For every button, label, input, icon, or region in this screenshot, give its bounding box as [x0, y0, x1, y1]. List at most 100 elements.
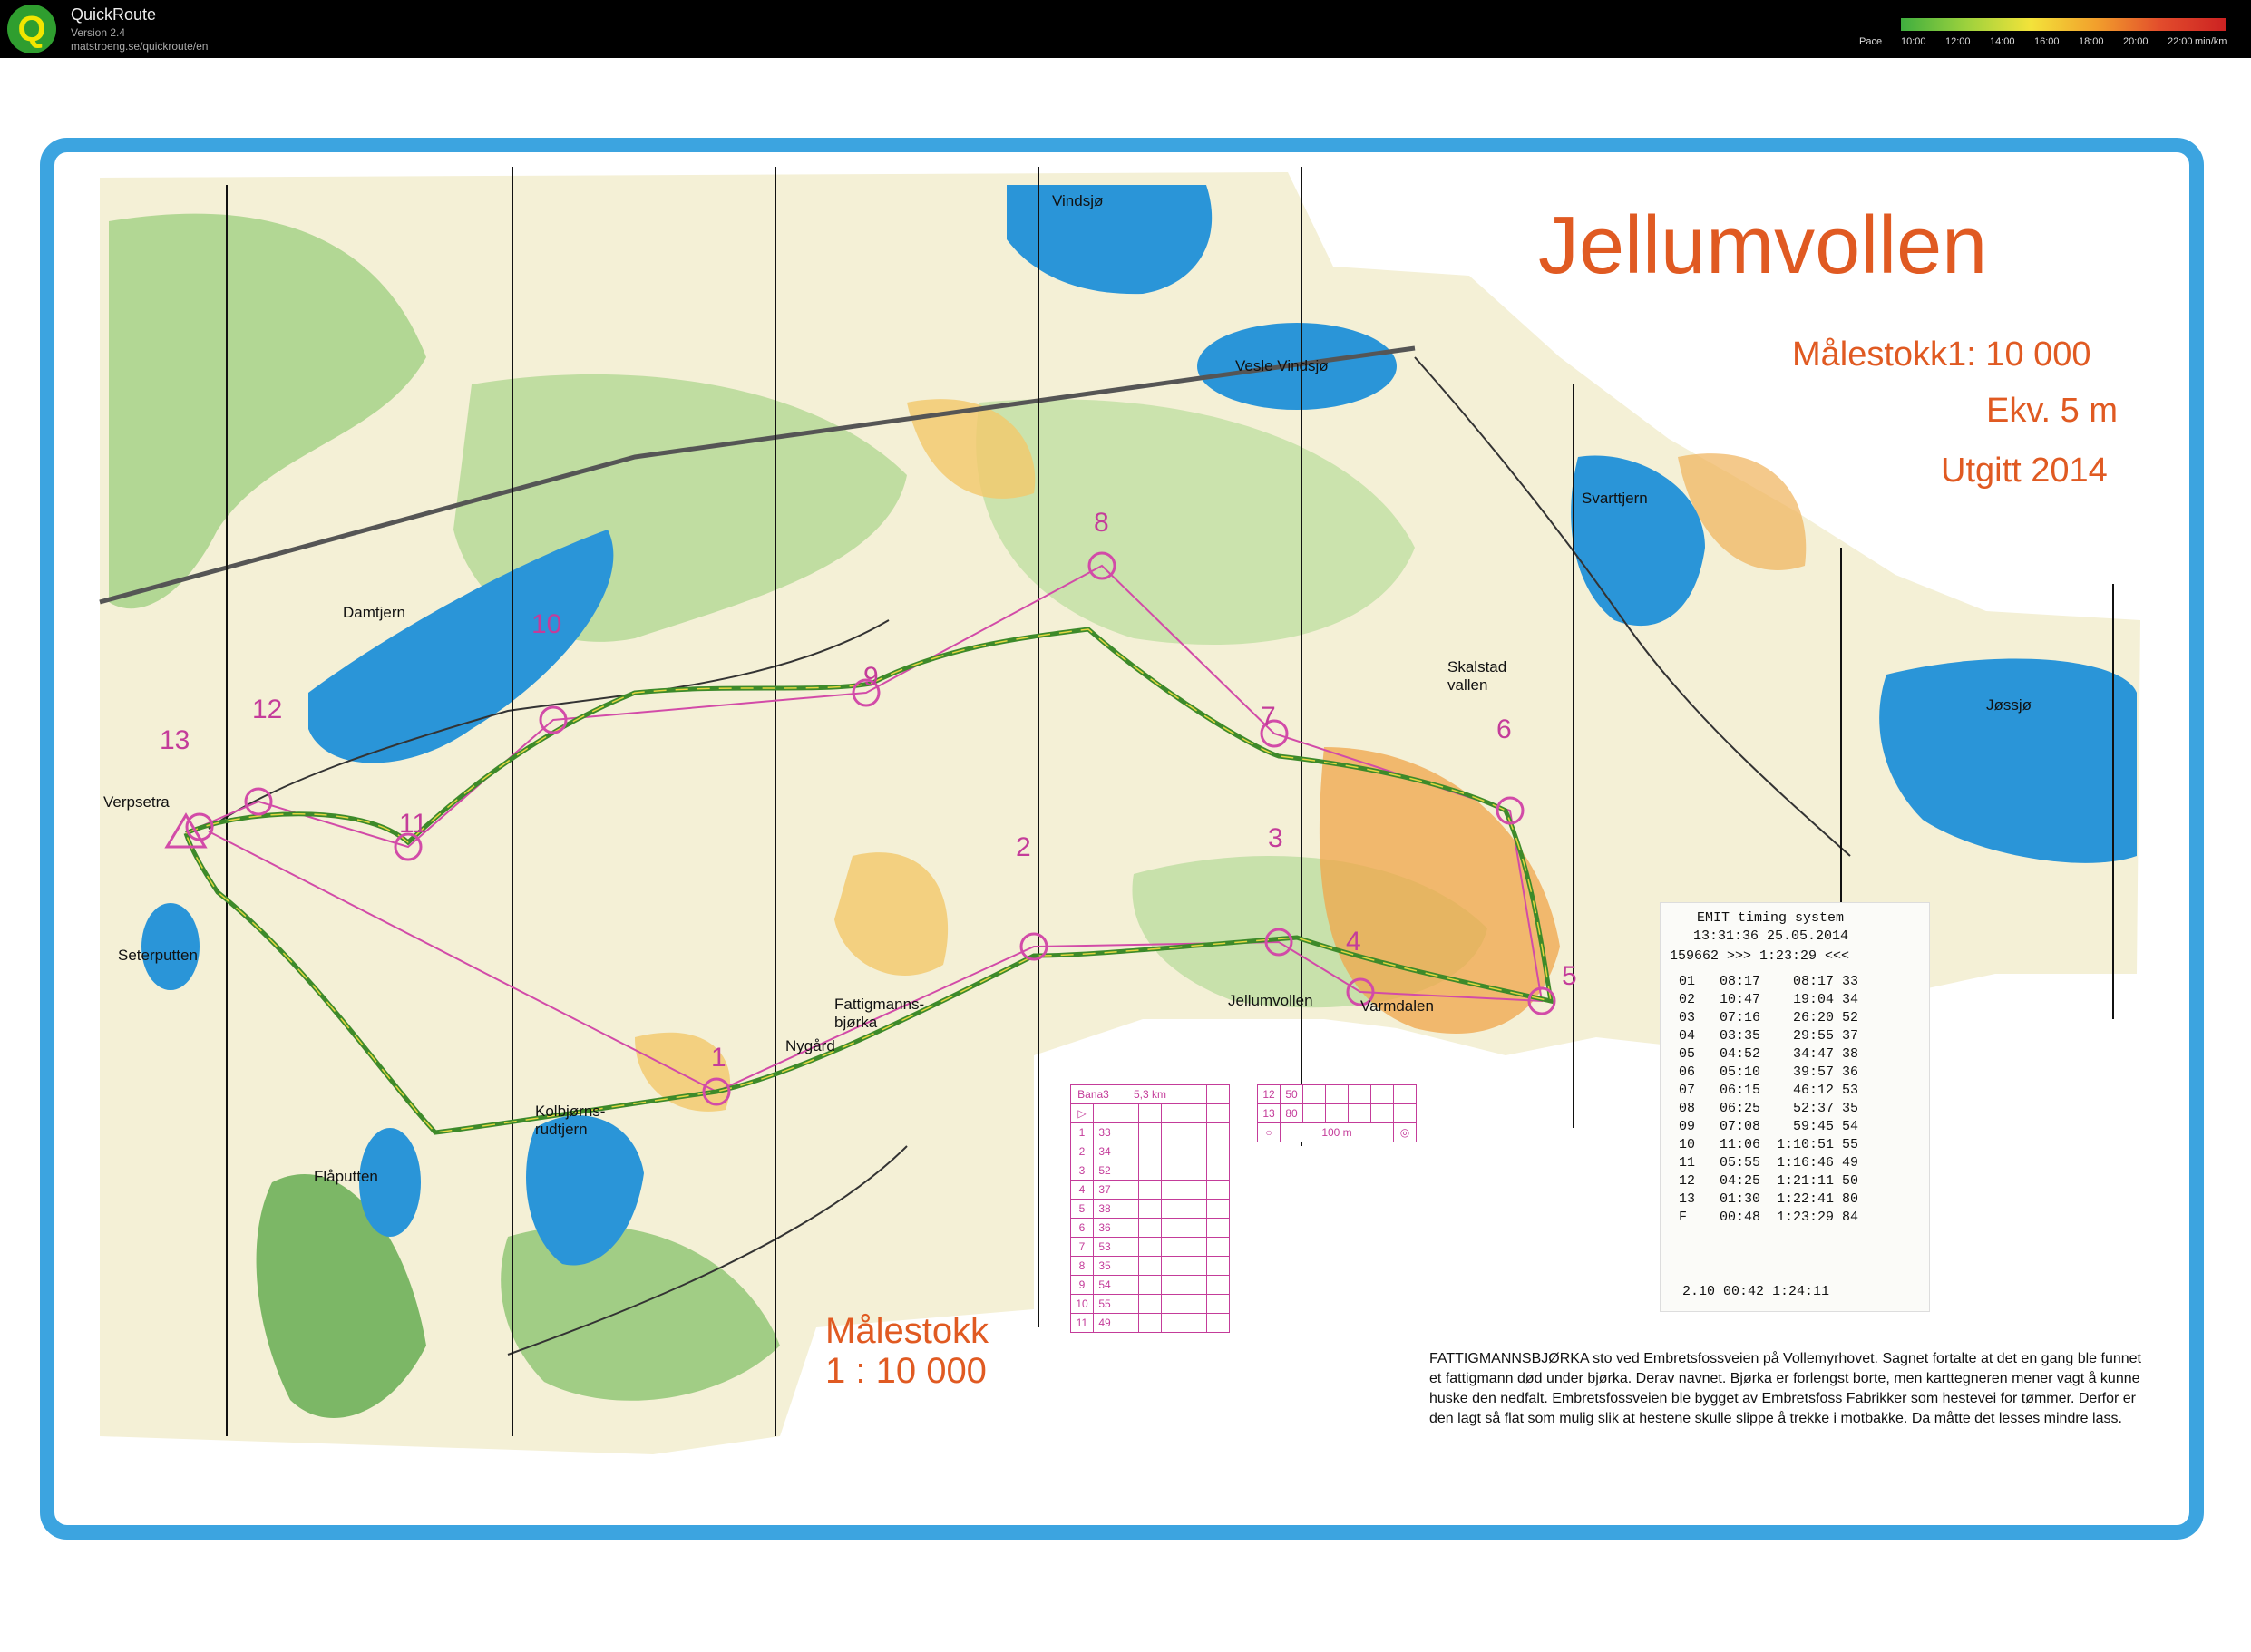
slip-split-row: 03 07:16 26:20 52 — [1679, 1010, 1859, 1025]
control-code: 36 — [1093, 1218, 1116, 1238]
pace-tick-label: 12:00 — [1945, 36, 1971, 47]
place-name: Vindsjø — [1052, 192, 1104, 209]
quickroute-logo: Q — [7, 5, 56, 53]
map-title: Jellumvollen — [1538, 200, 1988, 291]
control-order: 1 — [1070, 1122, 1094, 1142]
app-name: QuickRoute — [71, 5, 157, 24]
control-order: 10 — [1070, 1294, 1094, 1314]
map-description: FATTIGMANNSBJØRKA sto ved Embretsfossvei… — [1429, 1351, 2141, 1426]
control-code: 38 — [1093, 1199, 1116, 1219]
control-order: 12 — [1257, 1084, 1281, 1104]
control-description-row: 9 54 — [1070, 1275, 1230, 1295]
control-number: 2 — [1016, 832, 1031, 862]
control-code: 55 — [1093, 1294, 1116, 1314]
slip-split-row: 08 06:25 52:37 35 — [1679, 1101, 1859, 1116]
place-name: Skalstad vallen — [1447, 658, 1507, 694]
control-description-row: 8 35 — [1070, 1256, 1230, 1276]
control-description-row: 11 49 — [1070, 1313, 1230, 1333]
control-code: 50 — [1280, 1084, 1303, 1104]
control-number: 11 — [399, 809, 428, 839]
slip-system: EMIT timing system — [1697, 910, 1845, 926]
control-number: 12 — [252, 695, 283, 724]
place-name: Flåputten — [314, 1168, 378, 1185]
slip-split-row: 01 08:17 08:17 33 — [1679, 974, 1859, 989]
place-name: Damtjern — [343, 604, 405, 621]
slip-split-row: 02 10:47 19:04 34 — [1679, 992, 1859, 1007]
pace-legend: Pace 10:00 12:00 14:00 16:00 18:00 20:00 22:00… — [1859, 18, 2240, 51]
pace-color-bar — [1901, 18, 2226, 31]
control-code: 49 — [1093, 1313, 1116, 1333]
control-description-row: 5 38 — [1070, 1199, 1230, 1219]
control-code: 35 — [1093, 1256, 1116, 1276]
pace-tick-label: 20:00 — [2123, 36, 2149, 47]
start-symbol: ▷ — [1070, 1103, 1094, 1123]
slip-split-row: 12 04:25 1:21:11 50 — [1679, 1173, 1859, 1189]
control-code: 34 — [1093, 1142, 1116, 1161]
control-number: 4 — [1346, 927, 1361, 957]
place-name: Varmdalen — [1360, 997, 1434, 1015]
control-code: 53 — [1093, 1237, 1116, 1257]
control-order: 7 — [1070, 1237, 1094, 1257]
place-name: Seterputten — [118, 947, 198, 964]
app-titlebar: Q QuickRoute Version 2.4 matstroeng.se/q… — [0, 0, 2251, 58]
control-number: 7 — [1261, 702, 1276, 732]
control-code: 37 — [1093, 1180, 1116, 1200]
finish-symbol-right: ◎ — [1393, 1122, 1417, 1142]
control-description-row: 2 34 — [1070, 1142, 1230, 1161]
place-name: Kolbjørns-rudtjern — [535, 1103, 606, 1138]
pace-tick-label: 14:00 — [1990, 36, 2015, 47]
control-order: 3 — [1070, 1161, 1094, 1181]
pace-legend-title: Pace — [1859, 36, 1883, 47]
place-name: Verpsetra — [103, 793, 170, 811]
slip-split-row: 13 01:30 1:22:41 80 — [1679, 1191, 1859, 1207]
control-number: 8 — [1094, 508, 1109, 538]
control-order: 11 — [1070, 1313, 1094, 1333]
map-scale: Målestokk1: 10 000 — [1792, 335, 2091, 374]
control-description-row: 7 53 — [1070, 1237, 1230, 1257]
place-name: Nygård — [785, 1037, 835, 1054]
control-description-card: Bana3 5,3 km ▷ 1 33 2 34 3 52 4 37 5 38 6 36 7 53 8 35 9… — [1070, 1084, 1230, 1333]
control-description-table: Bana3 5,3 km ▷ 1 33 2 34 3 52 4 37 5 38 6 36 7 53 8 35 9… — [1070, 1084, 1230, 1333]
control-order: 4 — [1070, 1180, 1094, 1200]
control-description-row: 4 37 — [1070, 1180, 1230, 1200]
control-order: 9 — [1070, 1275, 1094, 1295]
control-number: 9 — [863, 662, 879, 692]
control-description-card-continued: 12 50 13 80 ○ 100 m ◎ — [1257, 1084, 1417, 1142]
map-scale-bottom-label: Målestokk — [825, 1311, 989, 1351]
slip-splits: 01 08:17 08:17 33 02 10:47 19:04 34 03 07:… — [1679, 974, 1858, 1228]
slip-split-row: 11 05:55 1:16:46 49 — [1679, 1155, 1859, 1171]
control-description-row: 1 33 — [1070, 1122, 1230, 1142]
slip-split-row: 07 06:15 46:12 53 — [1679, 1083, 1859, 1098]
control-description-row: 12 50 — [1257, 1084, 1417, 1104]
control-order: 13 — [1257, 1103, 1281, 1123]
control-description-rows: 1 33 2 34 3 52 4 37 5 38 6 36 7 53 8 35 9 54 10 55 11 49 — [1070, 1122, 1230, 1333]
map-published: Utgitt 2014 — [1941, 452, 2108, 490]
slip-split-row: 06 05:10 39:57 36 — [1679, 1064, 1859, 1080]
slip-split-row: 09 07:08 59:45 54 — [1679, 1119, 1859, 1134]
finish-distance: 100 m — [1280, 1122, 1394, 1142]
control-code: 54 — [1093, 1275, 1116, 1295]
emit-timing-slip: EMIT timing system 13:31:36 25.05.2014 1… — [1660, 902, 1930, 1312]
slip-split-row: 05 04:52 34:47 38 — [1679, 1046, 1859, 1062]
control-description-row: 6 36 — [1070, 1218, 1230, 1238]
app-url[interactable]: matstroeng.se/quickroute/en — [71, 40, 208, 53]
course-length: 5,3 km — [1116, 1084, 1184, 1104]
control-order: 5 — [1070, 1199, 1094, 1219]
slip-chip-line: 159662 >>> 1:23:29 <<< — [1670, 948, 1850, 964]
place-name: Svarttjern — [1582, 490, 1648, 507]
place-name: Jøssjø — [1986, 696, 2032, 714]
place-name: Jellumvollen — [1228, 992, 1313, 1009]
app-version: Version 2.4 — [71, 26, 126, 39]
pace-legend-unit: min/km — [2195, 36, 2227, 47]
place-name: Fattigmanns-bjørka — [834, 996, 925, 1031]
slip-extra-line: 2.10 00:42 1:24:11 — [1682, 1284, 1830, 1299]
control-number: 10 — [531, 609, 562, 639]
map-contour-interval: Ekv. 5 m — [1986, 392, 2118, 430]
control-number: 3 — [1268, 823, 1283, 853]
control-code: 52 — [1093, 1161, 1116, 1181]
pace-tick-label: 10:00 — [1901, 36, 1926, 47]
map-scale-bottom-value: 1 : 10 000 — [825, 1351, 987, 1391]
pace-tick-label: 16:00 — [2034, 36, 2060, 47]
slip-split-row: 04 03:35 29:55 37 — [1679, 1028, 1859, 1044]
control-description-row: 3 52 — [1070, 1161, 1230, 1181]
